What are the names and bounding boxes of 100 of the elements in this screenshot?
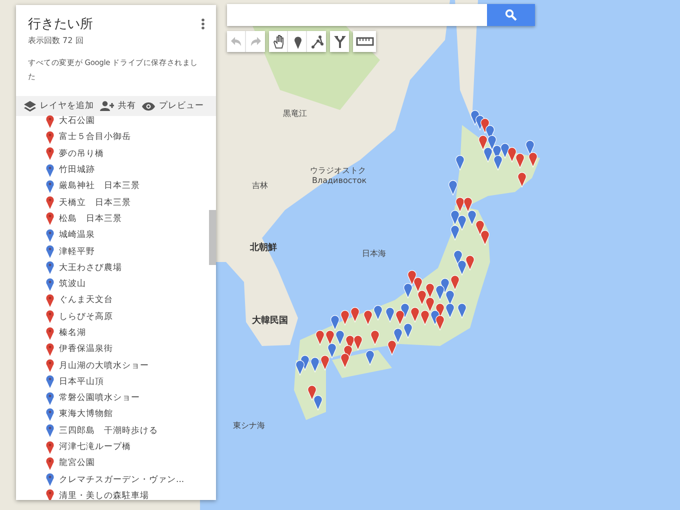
map-pin-icon[interactable] bbox=[340, 310, 350, 326]
map-pin-icon[interactable] bbox=[414, 277, 422, 292]
map-pin-icon[interactable] bbox=[488, 135, 496, 150]
map-pin-icon[interactable] bbox=[458, 260, 466, 276]
map-pin-icon[interactable] bbox=[480, 118, 490, 134]
scrollbar-thumb[interactable] bbox=[209, 210, 216, 265]
map-pin-icon[interactable] bbox=[476, 220, 484, 236]
map-pin-icon[interactable] bbox=[396, 310, 404, 326]
place-item[interactable]: 大王わさび農場 bbox=[46, 260, 122, 276]
place-item[interactable]: 富士５合目小御岳 bbox=[46, 129, 131, 146]
place-item[interactable]: 日本平山頂 bbox=[46, 374, 104, 390]
more-options-icon[interactable] bbox=[201, 18, 205, 30]
map-pin-icon[interactable] bbox=[448, 180, 458, 196]
map-pin-icon[interactable] bbox=[366, 350, 374, 366]
place-item[interactable]: 津軽平野 bbox=[46, 243, 95, 260]
map-pin-icon[interactable] bbox=[364, 310, 372, 326]
place-item[interactable]: 龍宮公園 bbox=[46, 455, 95, 472]
map-pin-icon[interactable] bbox=[308, 385, 316, 400]
map-pin-icon[interactable] bbox=[454, 250, 462, 266]
place-item[interactable]: 清里・美しの森駐車場 bbox=[46, 488, 149, 500]
place-item[interactable]: 夢の吊り橋 bbox=[46, 146, 104, 162]
map-pin-icon[interactable] bbox=[316, 330, 324, 346]
place-item[interactable]: 伊香保温泉街 bbox=[46, 341, 113, 358]
map-pin-icon[interactable] bbox=[320, 355, 330, 370]
map-pin-icon[interactable] bbox=[354, 335, 362, 350]
map-pin-icon[interactable] bbox=[508, 147, 516, 162]
map-title[interactable]: 行きたい所 bbox=[28, 15, 93, 33]
ruler-button[interactable] bbox=[353, 31, 376, 52]
place-item[interactable]: 天橋立 日本三景 bbox=[46, 194, 131, 211]
map-pin-icon[interactable] bbox=[500, 143, 510, 158]
place-item[interactable]: 厳島神社 日本三景 bbox=[46, 178, 140, 194]
place-item[interactable]: 三四郎島 干潮時歩ける bbox=[46, 422, 158, 439]
map-pin-icon[interactable] bbox=[446, 290, 454, 306]
map-pin-icon[interactable] bbox=[296, 360, 304, 376]
add-layer-button[interactable]: レイヤを追加 bbox=[24, 100, 94, 112]
place-item[interactable]: 城崎温泉 bbox=[46, 227, 95, 244]
map-pin-icon[interactable] bbox=[526, 140, 534, 156]
map-pin-icon[interactable] bbox=[340, 353, 350, 368]
map-pin-icon[interactable] bbox=[388, 340, 396, 356]
place-item[interactable]: 河津七滝ループ橋 bbox=[46, 438, 131, 456]
map-pin-icon[interactable] bbox=[350, 307, 360, 322]
map-pin-icon[interactable] bbox=[440, 278, 450, 294]
map-pin-icon[interactable] bbox=[494, 155, 502, 170]
place-item[interactable]: 常磐公園噴水ショー bbox=[46, 390, 140, 406]
map-pin-icon[interactable] bbox=[528, 152, 538, 168]
map-pin-icon[interactable] bbox=[518, 172, 526, 188]
map-pin-icon[interactable] bbox=[456, 197, 464, 212]
map-pin-icon[interactable] bbox=[478, 135, 488, 150]
place-item[interactable]: 筑波山 bbox=[46, 276, 86, 292]
map-pin-icon[interactable] bbox=[446, 303, 454, 318]
map-pin-icon[interactable] bbox=[404, 323, 412, 338]
map-pin-icon[interactable] bbox=[466, 255, 474, 270]
fork-button[interactable] bbox=[330, 31, 349, 52]
place-item[interactable]: しらびそ高原 bbox=[46, 308, 113, 325]
map-pin-icon[interactable] bbox=[456, 155, 464, 170]
map-pin-icon[interactable] bbox=[328, 343, 336, 358]
preview-button[interactable]: プレビュー bbox=[142, 100, 204, 112]
search-field[interactable] bbox=[227, 4, 535, 26]
line-button[interactable] bbox=[307, 31, 326, 52]
map-pin-icon[interactable] bbox=[336, 330, 344, 346]
place-item[interactable]: 大石公園 bbox=[46, 113, 95, 130]
map-pin-icon[interactable] bbox=[468, 210, 476, 226]
map-pin-icon[interactable] bbox=[404, 283, 412, 298]
map-pin-icon[interactable] bbox=[464, 197, 472, 212]
map-pin-icon[interactable] bbox=[426, 297, 434, 312]
map-pin-icon[interactable] bbox=[400, 303, 410, 318]
place-item[interactable]: 東海大博物館 bbox=[46, 406, 113, 423]
map-pin-icon[interactable] bbox=[458, 215, 466, 230]
marker-button[interactable] bbox=[288, 31, 307, 52]
map-pin-icon[interactable] bbox=[394, 328, 402, 344]
map-pin-icon[interactable] bbox=[374, 305, 382, 320]
place-item[interactable]: 月山湖の大噴水ショー bbox=[46, 357, 149, 374]
place-item[interactable]: ぐんま天文台 bbox=[46, 292, 113, 309]
map-pin-icon[interactable] bbox=[450, 225, 460, 240]
place-item[interactable]: 榛名湖 bbox=[46, 324, 86, 342]
map-pin-icon[interactable] bbox=[326, 330, 334, 346]
place-item[interactable]: 松島 日本三景 bbox=[46, 210, 122, 228]
map-pin-icon[interactable] bbox=[310, 357, 320, 372]
hand-button[interactable] bbox=[269, 31, 288, 52]
place-item[interactable]: 竹田城跡 bbox=[46, 162, 95, 178]
place-item[interactable]: クレマチスガーデン・ヴァン... bbox=[46, 472, 184, 488]
map-pin-icon[interactable] bbox=[418, 290, 426, 306]
map-pin-icon[interactable] bbox=[386, 307, 394, 322]
map-pin-icon[interactable] bbox=[436, 315, 444, 330]
map-pin-icon[interactable] bbox=[458, 303, 466, 318]
map-pin-icon[interactable] bbox=[330, 315, 340, 330]
map-pin-icon[interactable] bbox=[420, 310, 430, 326]
map-pin-icon[interactable] bbox=[370, 330, 380, 346]
map-pin-icon[interactable] bbox=[480, 230, 490, 246]
map-pin-icon[interactable] bbox=[408, 270, 416, 286]
map-pin-icon[interactable] bbox=[484, 147, 492, 162]
map-pin-icon[interactable] bbox=[450, 275, 460, 290]
map-pin-icon[interactable] bbox=[450, 210, 460, 226]
search-button[interactable] bbox=[487, 4, 535, 26]
map-pin-icon[interactable] bbox=[426, 283, 434, 298]
share-button[interactable]: 共有 bbox=[100, 100, 136, 112]
map-pin-icon[interactable] bbox=[410, 307, 420, 322]
map-pin-icon[interactable] bbox=[516, 153, 524, 168]
map-pin-icon[interactable] bbox=[314, 395, 322, 410]
map-pin-icon[interactable] bbox=[436, 285, 444, 300]
